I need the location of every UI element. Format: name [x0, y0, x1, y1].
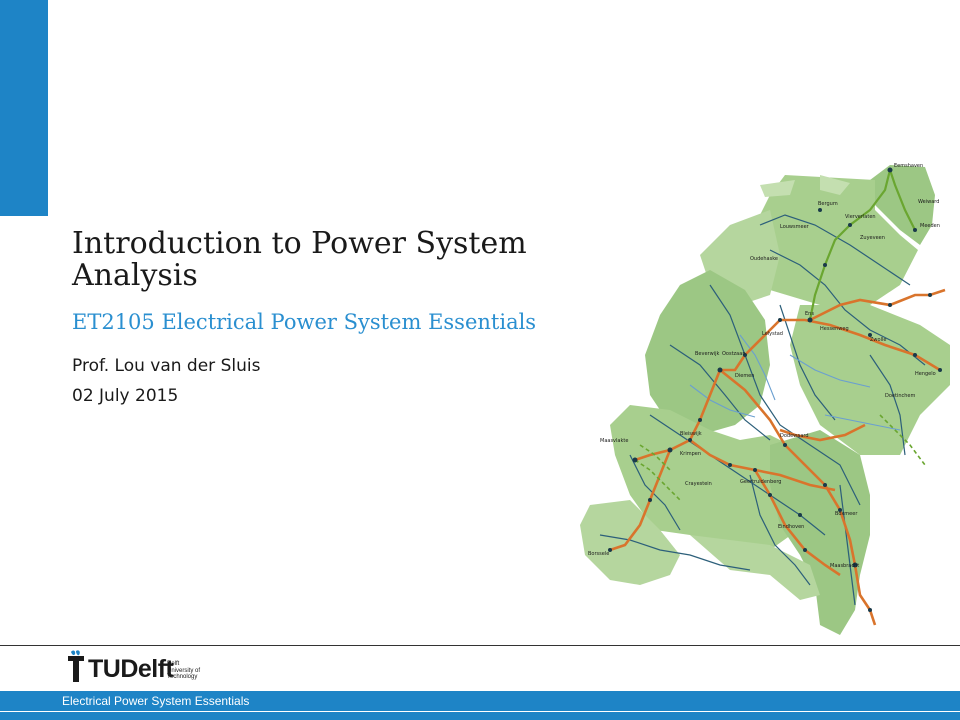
- tudelft-wordmark: TUDelft: [88, 655, 174, 683]
- map-label: Maasbracht: [830, 563, 859, 569]
- map-label: Dodewaard: [780, 433, 809, 439]
- map-label: Beverwijk: [695, 351, 719, 357]
- author-name: Prof. Lou van der Sluis: [72, 356, 261, 376]
- tudelft-tagline: Delft University of Technology: [167, 661, 201, 680]
- map-label: Bergum: [818, 201, 838, 207]
- map-label: Oudehaske: [750, 256, 778, 262]
- presentation-date: 02 July 2015: [72, 386, 179, 406]
- slide-title: Introduction to Power System Analysis: [72, 226, 527, 293]
- map-label: Zuyeveen: [860, 235, 885, 241]
- map-label: Oostzaan: [722, 351, 745, 357]
- map-label: Zwolle: [870, 337, 886, 343]
- map-label: Crayestein: [685, 481, 712, 487]
- netherlands-grid-map: Eemshaven Weiward Bergum Vierverlaten Me…: [580, 163, 950, 635]
- map-label: Maasvlakte: [600, 438, 628, 444]
- map-label: Eemshaven: [894, 163, 923, 169]
- map-label: Krimpen: [680, 451, 701, 457]
- accent-bar: [0, 0, 48, 216]
- map-label: Ens: [805, 311, 814, 317]
- map-label: Geertruidenberg: [740, 479, 781, 485]
- map-label: Diemen: [735, 373, 754, 379]
- map-label: Hessenweg: [820, 326, 849, 332]
- footer-divider: [0, 645, 960, 646]
- map-label: Louwsmeer: [780, 224, 810, 230]
- footer-stripe: [0, 712, 960, 720]
- map-label: Hengelo: [915, 371, 936, 377]
- map-label: Bleiswijk: [680, 431, 702, 437]
- map-label: Lelystad: [762, 331, 783, 337]
- map-label: Vierverlaten: [845, 214, 876, 220]
- map-label: Doetinchem: [885, 393, 915, 399]
- map-label: Borssele: [588, 551, 609, 557]
- map-label: Meeden: [920, 223, 940, 229]
- footer-course-name: Electrical Power System Essentials: [62, 694, 250, 708]
- map-label: Eindhoven: [778, 524, 804, 530]
- map-label: Boxmeer: [835, 511, 858, 517]
- map-label: Weiward: [918, 199, 939, 205]
